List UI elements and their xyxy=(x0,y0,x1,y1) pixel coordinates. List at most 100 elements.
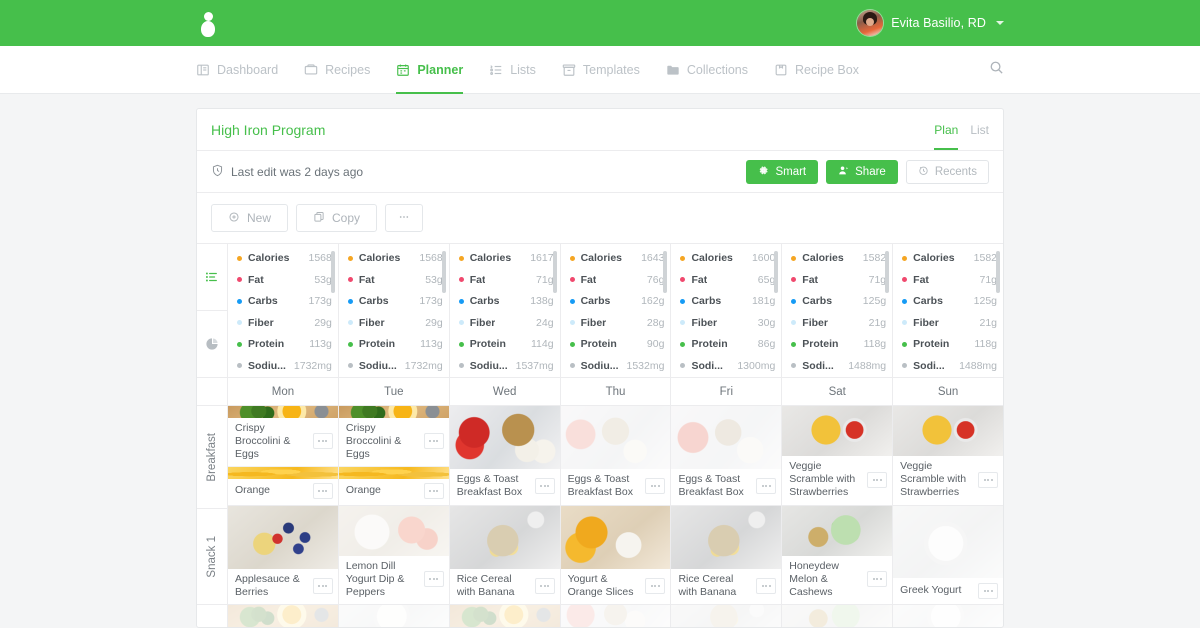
meal-item[interactable]: Eggs & Toast Breakfast Box xyxy=(560,406,671,505)
meal-item[interactable]: Orange xyxy=(228,465,338,505)
meal-item[interactable]: Rice Cereal with Banana xyxy=(449,505,560,605)
meal-item[interactable]: Veggie Scramble with Strawberries xyxy=(893,406,1003,505)
smart-button[interactable]: Smart xyxy=(746,159,819,184)
day-header-thu[interactable]: Thu xyxy=(561,378,672,405)
meal-item[interactable]: Greek Yogurt xyxy=(893,505,1003,605)
meal-item[interactable]: Veggie Scramble with Strawberries xyxy=(782,406,893,505)
meal-options-button[interactable] xyxy=(978,582,999,599)
meal-name: Yogurt & Orange Slices xyxy=(567,572,634,598)
meal-cell[interactable] xyxy=(560,605,672,627)
search-button[interactable] xyxy=(989,46,1004,93)
meal-cell[interactable]: Yogurt & Orange Slices xyxy=(560,505,672,605)
nutrition-list-icon[interactable] xyxy=(197,244,227,310)
meal-item[interactable]: Yogurt & Orange Slices xyxy=(560,505,671,605)
meal-item[interactable]: Applesauce & Berries xyxy=(228,505,338,605)
list-icon xyxy=(489,63,503,77)
nutrition-scrollbar[interactable] xyxy=(774,251,779,293)
meal-cell[interactable]: Rice Cereal with Banana xyxy=(449,505,561,605)
new-button[interactable]: New xyxy=(211,204,289,232)
nutrition-line: Fiber 28g xyxy=(569,317,664,329)
meal-cell[interactable]: Eggs & Toast Breakfast Box xyxy=(449,406,561,505)
meal-options-button[interactable] xyxy=(978,471,999,488)
recents-button[interactable]: Recents xyxy=(905,159,989,184)
meal-options-button[interactable] xyxy=(534,478,555,495)
recipe-card-icon xyxy=(304,63,318,77)
pie-chart-icon[interactable] xyxy=(197,310,227,376)
nutrition-scrollbar[interactable] xyxy=(885,251,890,293)
meal-item[interactable]: Crispy Broccolini & Eggs xyxy=(228,406,338,466)
nav-item-collections[interactable]: Collections xyxy=(653,46,761,93)
nav-label: Planner xyxy=(417,62,464,77)
nav-item-recipe-box[interactable]: Recipe Box xyxy=(761,46,872,93)
meal-options-button[interactable] xyxy=(867,471,888,488)
meal-cell[interactable] xyxy=(449,605,561,627)
meal-options-button[interactable] xyxy=(423,483,444,499)
meal-options-button[interactable] xyxy=(645,577,666,594)
meal-options-button[interactable] xyxy=(312,483,333,499)
nav-item-dashboard[interactable]: Dashboard xyxy=(196,46,291,93)
nav-item-templates[interactable]: Templates xyxy=(549,46,653,93)
meal-cell[interactable] xyxy=(671,605,783,627)
meal-cell[interactable]: Eggs & Toast Breakfast Box xyxy=(560,406,672,505)
nutrition-scrollbar[interactable] xyxy=(441,251,446,293)
brand-logo-icon[interactable] xyxy=(196,8,222,38)
meal-cell[interactable]: Honeydew Melon & Cashews xyxy=(782,505,894,605)
day-header-tue[interactable]: Tue xyxy=(339,378,450,405)
meal-item[interactable]: Eggs & Toast Breakfast Box xyxy=(671,406,782,505)
meal-item[interactable]: Honeydew Melon & Cashews xyxy=(782,505,893,605)
meal-options-button[interactable] xyxy=(756,478,777,495)
meal-options-button[interactable] xyxy=(312,577,333,594)
sodium-dot-icon xyxy=(680,363,686,369)
meal-options-button[interactable] xyxy=(756,577,777,594)
meal-options-button[interactable] xyxy=(423,571,444,588)
meal-cell[interactable]: Crispy Broccolini & Eggs Orange xyxy=(228,406,339,505)
nutrition-line: Sodiu... 1532mg xyxy=(569,360,664,372)
user-menu[interactable]: Evita Basilio, RD xyxy=(857,10,1004,36)
meal-cell[interactable]: Veggie Scramble with Strawberries xyxy=(782,406,894,505)
meal-options-button[interactable] xyxy=(423,433,444,450)
meal-cell[interactable] xyxy=(228,605,339,627)
nav-item-lists[interactable]: Lists xyxy=(476,46,549,93)
meal-cell[interactable] xyxy=(782,605,894,627)
meal-item[interactable]: Rice Cereal with Banana xyxy=(671,505,782,605)
meal-cell[interactable]: Greek Yogurt xyxy=(893,505,1003,605)
day-header-mon[interactable]: Mon xyxy=(228,378,339,405)
meal-cell[interactable] xyxy=(338,605,450,627)
search-icon xyxy=(989,60,1004,80)
nav-item-recipes[interactable]: Recipes xyxy=(291,46,383,93)
tab-list[interactable]: List xyxy=(970,109,989,150)
meal-cell[interactable]: Eggs & Toast Breakfast Box xyxy=(671,406,783,505)
nav-items: Dashboard Recipes Planner Lists Template… xyxy=(196,46,872,94)
day-header-sat[interactable]: Sat xyxy=(782,378,894,405)
meal-item[interactable]: Lemon Dill Yogurt Dip & Peppers xyxy=(338,505,449,605)
meal-options-button[interactable] xyxy=(645,478,666,495)
meal-item[interactable]: Orange xyxy=(338,465,449,505)
nutrition-scrollbar[interactable] xyxy=(996,251,1001,293)
fat-dot-icon xyxy=(347,277,353,283)
nutrition-line: Protein 114g xyxy=(458,339,554,350)
meal-options-button[interactable] xyxy=(312,433,333,450)
meal-item[interactable]: Crispy Broccolini & Eggs xyxy=(338,406,449,466)
meal-cell[interactable]: Applesauce & Berries xyxy=(228,505,339,605)
nav-item-planner[interactable]: Planner xyxy=(383,46,476,94)
nutrition-scrollbar[interactable] xyxy=(552,251,557,293)
meal-cell[interactable]: Rice Cereal with Banana xyxy=(671,505,783,605)
meal-cell[interactable]: Veggie Scramble with Strawberries xyxy=(893,406,1003,505)
day-header-fri[interactable]: Fri xyxy=(671,378,783,405)
protein-dot-icon xyxy=(458,341,464,347)
copy-button[interactable]: Copy xyxy=(296,204,378,232)
meal-options-button[interactable] xyxy=(534,577,555,594)
meal-cell[interactable]: Lemon Dill Yogurt Dip & Peppers xyxy=(338,505,450,605)
meal-cell[interactable] xyxy=(893,605,1003,627)
share-button[interactable]: Share xyxy=(826,159,898,184)
meal-options-button[interactable] xyxy=(867,571,888,588)
more-options-button[interactable] xyxy=(385,204,424,232)
plan-card: High Iron Program Plan List Last edit wa… xyxy=(196,108,1004,628)
tab-plan[interactable]: Plan xyxy=(934,109,959,150)
meal-item[interactable]: Eggs & Toast Breakfast Box xyxy=(449,406,560,505)
meal-cell[interactable]: Crispy Broccolini & Eggs Orange xyxy=(338,406,450,505)
nutrition-scrollbar[interactable] xyxy=(663,251,668,293)
day-header-sun[interactable]: Sun xyxy=(893,378,1003,405)
day-header-wed[interactable]: Wed xyxy=(450,378,561,405)
nutrition-scrollbar[interactable] xyxy=(330,251,335,293)
